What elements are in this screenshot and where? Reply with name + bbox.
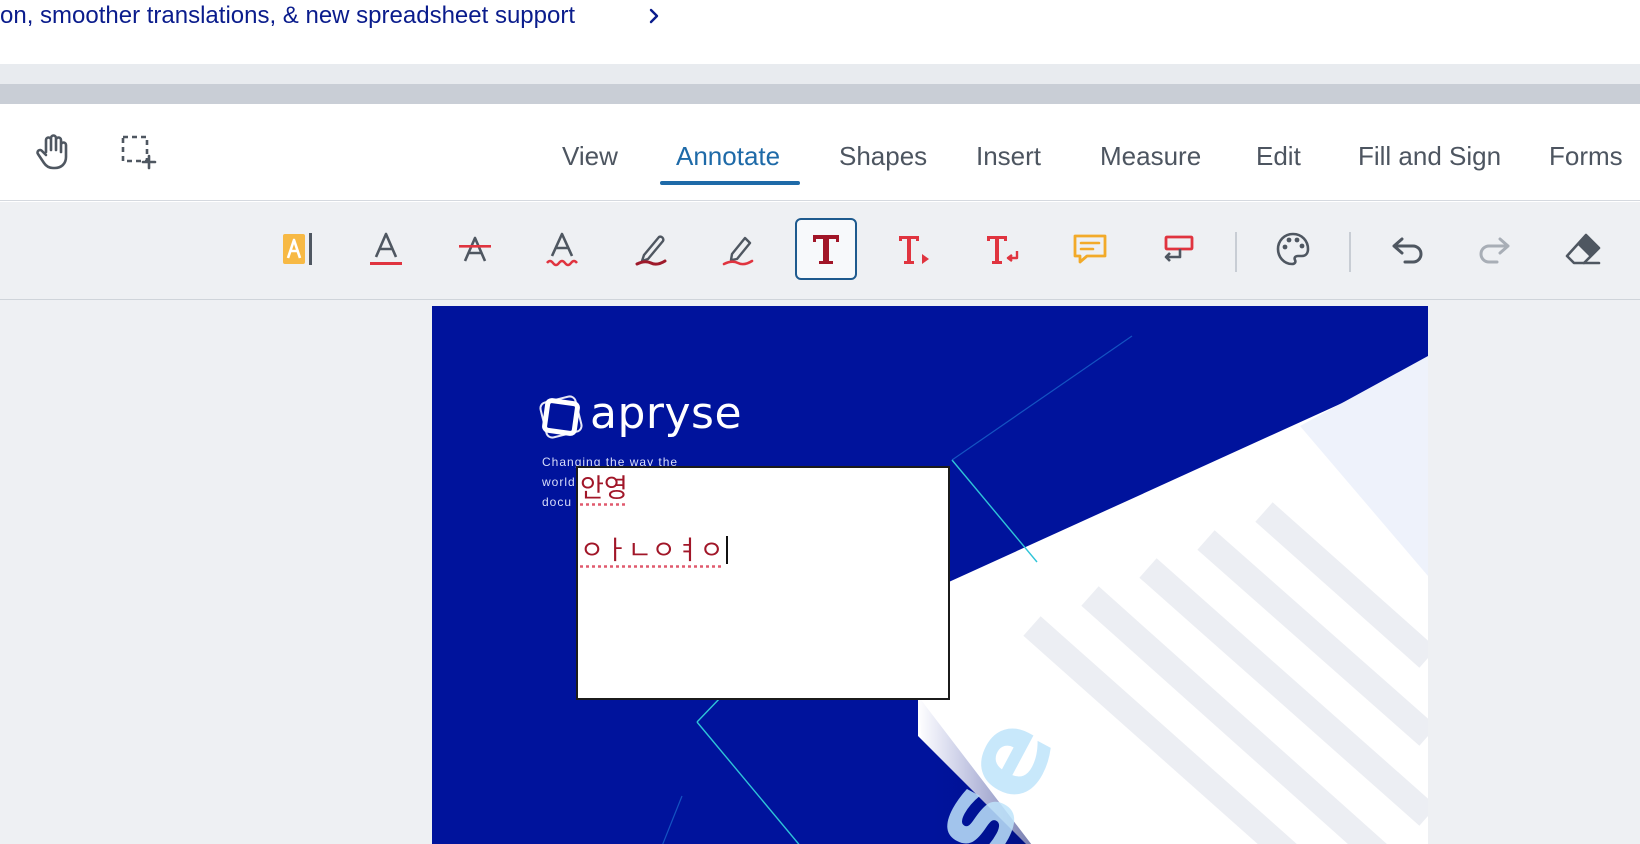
text-strikeout-icon[interactable] (444, 218, 506, 280)
ribbon-menubar: View Annotate Shapes Insert Measure Edit… (0, 104, 1640, 201)
chevron-right-icon[interactable] (644, 6, 664, 26)
text-underline-icon[interactable] (355, 218, 417, 280)
freehand-pen-icon[interactable] (620, 218, 682, 280)
annotation-toolbar (0, 202, 1640, 300)
marquee-select-icon[interactable] (114, 128, 162, 176)
annotation-text-line-2[interactable]: ㅇㅏㄴㅇㅕㅇ (580, 530, 728, 567)
undo-icon[interactable] (1376, 218, 1438, 280)
callout-icon[interactable] (1147, 218, 1209, 280)
tab-measure[interactable]: Measure (1100, 136, 1201, 176)
pan-hand-icon[interactable] (28, 128, 76, 176)
apryse-logo-icon (539, 395, 583, 439)
tab-forms[interactable]: Forms (1549, 136, 1623, 176)
replace-text-icon[interactable] (971, 218, 1033, 280)
toolbar-divider (1349, 232, 1351, 272)
text-caret (725, 536, 728, 564)
header-band (0, 64, 1640, 84)
tab-shapes[interactable]: Shapes (839, 136, 927, 176)
tab-annotate[interactable]: Annotate (676, 136, 780, 176)
style-palette-icon[interactable] (1262, 218, 1324, 280)
tab-fill-and-sign[interactable]: Fill and Sign (1358, 136, 1501, 176)
page-accent-line (696, 721, 800, 844)
active-tab-indicator (660, 181, 800, 185)
redo-icon[interactable] (1464, 218, 1526, 280)
header-band-dark (0, 84, 1640, 104)
tab-insert[interactable]: Insert (976, 136, 1041, 176)
banner-text[interactable]: on, smoother translations, & new spreads… (0, 0, 575, 32)
annotation-text-line-1[interactable]: 안영 (580, 468, 628, 505)
free-text-icon[interactable] (795, 218, 857, 280)
freehand-highlight-icon[interactable] (707, 218, 769, 280)
brand-wordmark: apryse (590, 388, 743, 439)
text-squiggly-icon[interactable] (531, 218, 593, 280)
free-text-annotation[interactable]: 안영 ㅇㅏㄴㅇㅕㅇ (576, 466, 950, 700)
announcement-banner[interactable]: on, smoother translations, & new spreads… (0, 0, 1640, 64)
toolbar-divider (1235, 232, 1237, 272)
tab-edit[interactable]: Edit (1256, 136, 1301, 176)
sticky-note-icon[interactable] (1059, 218, 1121, 280)
insert-text-icon[interactable] (883, 218, 945, 280)
tab-view[interactable]: View (562, 136, 618, 176)
text-highlight-icon[interactable] (268, 218, 330, 280)
eraser-icon[interactable] (1552, 218, 1614, 280)
